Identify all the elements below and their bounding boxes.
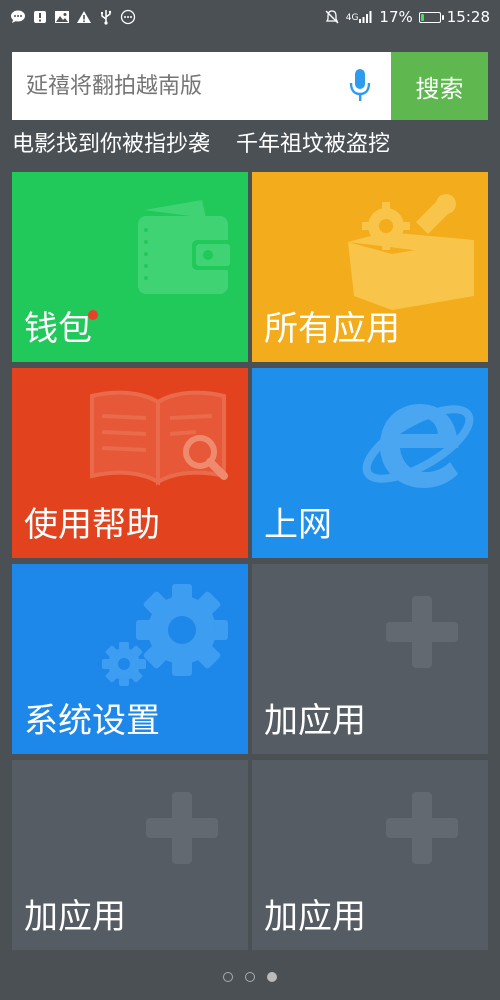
wallet-icon bbox=[138, 200, 234, 294]
plus-icon bbox=[386, 792, 458, 864]
search-button[interactable]: 搜索 bbox=[391, 52, 488, 120]
toolbox-icon bbox=[348, 194, 474, 310]
tile-browser[interactable]: 上网 bbox=[252, 368, 488, 558]
tile-settings[interactable]: 系统设置 bbox=[12, 564, 248, 754]
tile-add-app[interactable]: 加应用 bbox=[252, 760, 488, 950]
battery-level bbox=[420, 13, 424, 21]
browser-icon bbox=[362, 404, 474, 488]
tile-label: 钱包 bbox=[24, 309, 92, 349]
microphone-icon[interactable] bbox=[349, 69, 371, 103]
gear-icon bbox=[102, 584, 228, 686]
mute-icon bbox=[324, 9, 340, 25]
trending-link[interactable]: 电影找到你被指抄袭 bbox=[12, 126, 210, 158]
tile-wallet[interactable]: 钱包 bbox=[12, 172, 248, 362]
clock: 15:28 bbox=[446, 8, 490, 26]
battery-icon bbox=[418, 11, 444, 23]
tile-label: 上网 bbox=[264, 505, 332, 545]
more-icon bbox=[120, 9, 136, 25]
tile-label: 使用帮助 bbox=[24, 505, 160, 545]
warning-icon bbox=[76, 9, 92, 25]
system-status: 4G 17% 15:28 bbox=[324, 8, 490, 26]
book-search-icon bbox=[90, 390, 228, 486]
alert-icon bbox=[32, 9, 48, 25]
battery-percent: 17% bbox=[379, 8, 413, 26]
plus-icon bbox=[146, 792, 218, 864]
tile-label: 加应用 bbox=[264, 897, 366, 937]
message-icon bbox=[10, 9, 26, 25]
trending-searches: 电影找到你被指抄袭 千年祖坟被盗挖 bbox=[12, 126, 390, 158]
image-icon bbox=[54, 9, 70, 25]
search-bar: 搜索 bbox=[12, 52, 488, 120]
status-bar: 4G 17% 15:28 bbox=[0, 0, 500, 34]
page-indicator bbox=[0, 972, 500, 982]
notification-icons bbox=[10, 9, 136, 25]
tile-label: 加应用 bbox=[264, 701, 366, 741]
tile-label: 所有应用 bbox=[264, 309, 400, 349]
search-input[interactable] bbox=[12, 52, 391, 120]
page-dot[interactable] bbox=[245, 972, 255, 982]
page-dot[interactable] bbox=[223, 972, 233, 982]
usb-icon bbox=[98, 9, 114, 25]
tile-label: 加应用 bbox=[24, 897, 126, 937]
tile-help[interactable]: 使用帮助 bbox=[12, 368, 248, 558]
tile-add-app[interactable]: 加应用 bbox=[252, 564, 488, 754]
network-type: 4G bbox=[345, 13, 359, 23]
tile-all-apps[interactable]: 所有应用 bbox=[252, 172, 488, 362]
search-field-wrapper bbox=[12, 52, 391, 120]
tile-label: 系统设置 bbox=[24, 701, 160, 741]
page-dot-active[interactable] bbox=[267, 972, 277, 982]
app-tile-grid: 钱包 所有应用 使用帮助 上网 系统设置 加应用 加应用 加应用 bbox=[12, 172, 488, 950]
signal-icon: 4G bbox=[346, 11, 374, 23]
plus-icon bbox=[386, 596, 458, 668]
notification-badge bbox=[88, 310, 98, 320]
trending-link[interactable]: 千年祖坟被盗挖 bbox=[236, 126, 390, 158]
tile-add-app[interactable]: 加应用 bbox=[12, 760, 248, 950]
